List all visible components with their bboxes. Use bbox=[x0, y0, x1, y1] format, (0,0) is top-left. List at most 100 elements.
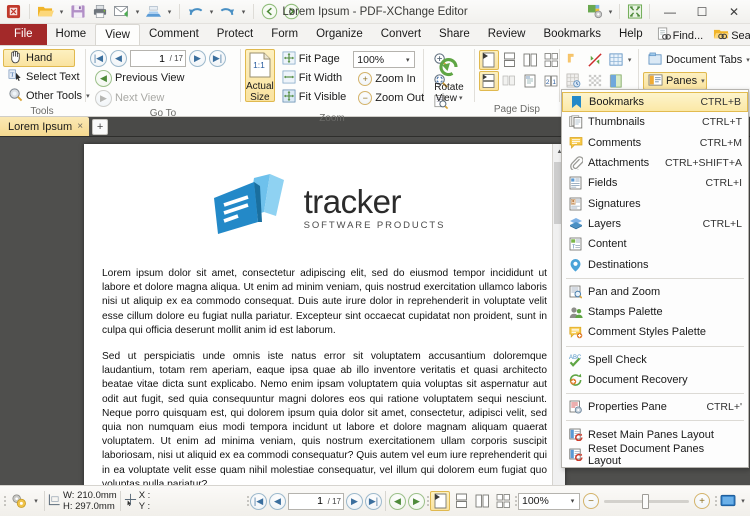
scrolling-mode-icon[interactable] bbox=[478, 71, 499, 91]
print-icon[interactable] bbox=[89, 2, 110, 22]
document-tabs-caret[interactable]: ▾ bbox=[746, 56, 750, 64]
other-tools-button[interactable]: Other Tools ▾ bbox=[3, 87, 90, 105]
menu-item-properties-pane[interactable]: Properties Pane CTRL+' bbox=[562, 397, 748, 417]
tab-help[interactable]: Help bbox=[610, 24, 652, 45]
menu-item-fields[interactable]: Fields CTRL+I bbox=[562, 173, 748, 193]
status-first-page-button[interactable]: |◀ bbox=[250, 492, 267, 510]
menu-item-pan-and-zoom[interactable]: Pan and Zoom bbox=[562, 282, 748, 302]
hand-tool-button[interactable]: Hand bbox=[3, 49, 75, 67]
tab-review[interactable]: Review bbox=[479, 24, 535, 45]
customize-dropdown-caret[interactable]: ▾ bbox=[606, 2, 615, 22]
customize-quick-access-icon[interactable] bbox=[585, 2, 606, 22]
next-view-button[interactable]: ▶ Next View bbox=[90, 89, 169, 107]
last-page-button[interactable]: ▶| bbox=[208, 50, 226, 67]
tab-share[interactable]: Share bbox=[430, 24, 479, 45]
menu-item-bookmarks[interactable]: Bookmarks CTRL+B bbox=[562, 92, 748, 113]
zoom-slider-track[interactable] bbox=[604, 493, 689, 509]
tab-organize[interactable]: Organize bbox=[307, 24, 372, 45]
status-two-pages-icon[interactable] bbox=[472, 491, 492, 511]
scan-icon[interactable] bbox=[143, 2, 164, 22]
status-next-view-button[interactable]: ▶ bbox=[408, 492, 425, 510]
status-two-pages-continuous-icon[interactable] bbox=[493, 491, 513, 511]
tab-comment[interactable]: Comment bbox=[140, 24, 208, 45]
previous-view-button[interactable]: ◀ Previous View bbox=[90, 69, 190, 87]
snap-to-grid-icon[interactable] bbox=[564, 71, 584, 91]
fit-visible-button[interactable]: Fit Visible bbox=[277, 88, 351, 106]
fullscreen-mode-icon[interactable] bbox=[718, 491, 738, 511]
status-settings-caret[interactable]: ▾ bbox=[31, 491, 41, 511]
two-pages-continuous-icon[interactable] bbox=[542, 50, 562, 70]
page-numbering-icon[interactable]: 21 bbox=[542, 71, 562, 91]
forward-icon[interactable] bbox=[281, 2, 302, 22]
zoom-out-icon[interactable]: − bbox=[583, 493, 599, 509]
menu-item-destinations[interactable]: Destinations bbox=[562, 254, 748, 274]
undo-dropdown-caret[interactable]: ▾ bbox=[207, 2, 216, 22]
rotate-view-button[interactable]: Rotate View ▾ bbox=[428, 50, 470, 104]
document-tab-close-icon[interactable]: × bbox=[77, 121, 83, 132]
panes-button[interactable]: Panes ▾ bbox=[642, 72, 707, 90]
document-tab-lorem-ipsum[interactable]: Lorem Ipsum × bbox=[0, 117, 90, 136]
menu-item-document-recovery[interactable]: Document Recovery bbox=[562, 370, 748, 390]
single-page-icon[interactable] bbox=[478, 50, 499, 70]
new-tab-button[interactable]: + bbox=[92, 119, 109, 135]
separate-cover-icon[interactable] bbox=[500, 71, 520, 91]
tab-file[interactable]: File bbox=[0, 24, 47, 45]
actual-size-button[interactable]: 1:1 Actual Size bbox=[244, 49, 275, 103]
status-zoom-combo[interactable]: 100% ▾ bbox=[518, 492, 580, 510]
menu-item-layers[interactable]: Layers CTRL+L bbox=[562, 214, 748, 234]
status-zoom-caret[interactable]: ▾ bbox=[566, 494, 579, 509]
panes-dropdown-menu[interactable]: Bookmarks CTRL+B Thumbnails CTRL+T Comme… bbox=[561, 89, 749, 469]
next-page-button[interactable]: ▶ bbox=[188, 50, 206, 67]
maximize-button[interactable]: ☐ bbox=[686, 0, 718, 24]
close-button[interactable]: ✕ bbox=[718, 0, 750, 24]
status-previous-view-button[interactable]: ◀ bbox=[389, 492, 406, 510]
zoom-slider-thumb[interactable] bbox=[642, 493, 649, 509]
zoom-in-button[interactable]: + Zoom In bbox=[353, 70, 429, 88]
transparency-grid-icon[interactable] bbox=[585, 71, 605, 91]
tab-home[interactable]: Home bbox=[47, 24, 96, 45]
document-properties-icon[interactable] bbox=[7, 491, 31, 511]
rulers-icon[interactable] bbox=[564, 50, 584, 70]
tab-view[interactable]: View bbox=[95, 24, 140, 45]
undo-icon[interactable] bbox=[185, 2, 206, 22]
redo-icon[interactable] bbox=[217, 2, 238, 22]
app-logo-icon[interactable] bbox=[3, 2, 24, 22]
pdf-page[interactable]: tracker SOFTWARE PRODUCTS Lorem ipsum do… bbox=[84, 144, 565, 485]
tab-form[interactable]: Form bbox=[262, 24, 307, 45]
menu-item-reset-document-panes-layout[interactable]: Reset Document Panes Layout bbox=[562, 443, 748, 467]
guides-icon[interactable] bbox=[585, 50, 605, 70]
menu-item-comment-styles-palette[interactable]: Comment Styles Palette bbox=[562, 322, 748, 342]
menu-item-reset-main-panes-layout[interactable]: Reset Main Panes Layout bbox=[562, 424, 748, 444]
previous-page-button[interactable]: ◀ bbox=[109, 50, 127, 67]
panes-caret[interactable]: ▾ bbox=[701, 77, 705, 85]
status-last-page-button[interactable]: ▶| bbox=[365, 492, 382, 510]
zoom-level-caret[interactable]: ▾ bbox=[401, 52, 414, 67]
zoom-level-combo[interactable]: 100% ▾ bbox=[353, 51, 416, 68]
document-tabs-button[interactable]: Document Tabs ▾ bbox=[643, 51, 750, 69]
open-icon[interactable] bbox=[35, 2, 56, 22]
tab-convert[interactable]: Convert bbox=[372, 24, 430, 45]
minimize-button[interactable]: — bbox=[654, 0, 686, 24]
status-single-page-icon[interactable] bbox=[430, 491, 450, 511]
view-options-caret[interactable]: ▾ bbox=[628, 56, 632, 64]
tab-protect[interactable]: Protect bbox=[208, 24, 262, 45]
scan-dropdown-caret[interactable]: ▾ bbox=[165, 2, 174, 22]
zoom-out-button[interactable]: − Zoom Out bbox=[353, 89, 429, 107]
select-text-button[interactable]: T Select Text bbox=[3, 68, 80, 86]
fullscreen-caret[interactable]: ▾ bbox=[738, 491, 748, 511]
tab-bookmarks[interactable]: Bookmarks bbox=[534, 24, 610, 45]
email-dropdown-caret[interactable]: ▾ bbox=[133, 2, 142, 22]
two-pages-icon[interactable] bbox=[521, 50, 541, 70]
search-button[interactable]: Search... bbox=[709, 26, 750, 45]
menu-item-attachments[interactable]: Attachments CTRL+SHIFT+A bbox=[562, 153, 748, 173]
menu-item-stamps-palette[interactable]: Stamps Palette bbox=[562, 302, 748, 322]
split-view-icon[interactable] bbox=[606, 71, 626, 91]
find-button[interactable]: Find... bbox=[652, 26, 708, 45]
status-next-page-button[interactable]: ▶ bbox=[346, 492, 363, 510]
grid-overlay-icon[interactable] bbox=[606, 50, 626, 70]
status-previous-page-button[interactable]: ◀ bbox=[269, 492, 286, 510]
status-single-continuous-icon[interactable] bbox=[451, 491, 471, 511]
zoom-in-icon[interactable]: + bbox=[694, 493, 710, 509]
single-page-continuous-icon[interactable] bbox=[500, 50, 520, 70]
email-icon[interactable] bbox=[111, 2, 132, 22]
